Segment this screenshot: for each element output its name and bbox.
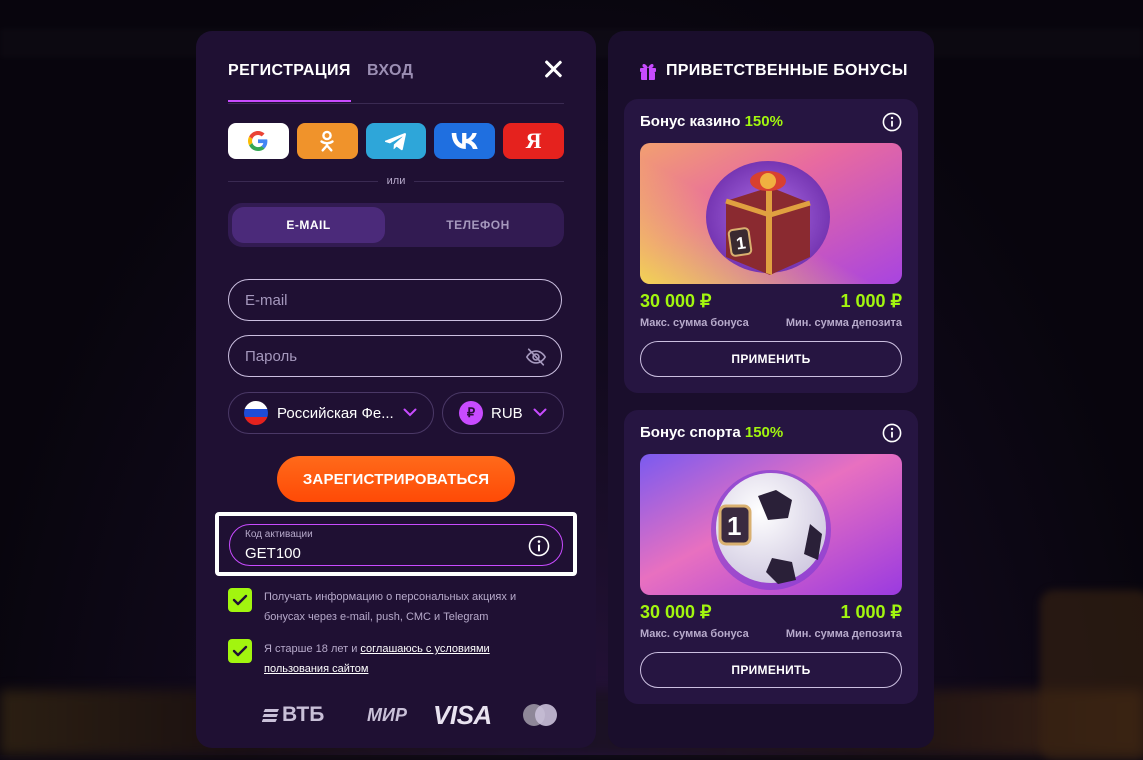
- method-switch: E-MAIL ТЕЛЕФОН: [228, 203, 564, 247]
- odnoklassniki-login-button[interactable]: [296, 123, 358, 159]
- mastercard-logo: [523, 704, 557, 726]
- country-select[interactable]: Российская Фе...: [228, 392, 434, 434]
- max-bonus-amount: 30 000 ₽: [640, 602, 712, 622]
- casino-bonus-card: Бонус казино 150% 1 30 000 ₽ 1 000 ₽ Мак…: [624, 99, 918, 393]
- or-divider: или: [228, 175, 564, 187]
- info-icon[interactable]: [882, 112, 902, 132]
- close-icon[interactable]: [542, 59, 564, 81]
- min-deposit-amount: 1 000 ₽: [840, 291, 903, 311]
- yandex-icon: Я: [525, 128, 542, 153]
- apply-sport-bonus-button[interactable]: ПРИМЕНИТЬ: [640, 652, 902, 688]
- tab-registration[interactable]: РЕГИСТРАЦИЯ: [228, 62, 351, 102]
- casino-bonus-title: Бонус казино 150%: [640, 113, 783, 130]
- payment-logos: ВТБ МИР VISA: [228, 699, 564, 731]
- promo-code-label: Код активации: [245, 529, 313, 540]
- telegram-login-button[interactable]: [365, 123, 427, 159]
- gift-icon: [640, 63, 656, 80]
- background-blurred-card: [1040, 590, 1143, 760]
- ball-badge-number: 1: [727, 511, 741, 541]
- bonus-percent: 150%: [744, 113, 783, 130]
- password-field-wrapper: [228, 335, 562, 377]
- age-consent-checkbox[interactable]: [228, 639, 252, 663]
- max-bonus-amount: 30 000 ₽: [640, 291, 712, 311]
- registration-panel: РЕГИСТРАЦИЯ ВХОД Я или E-MAIL ТЕЛЕФОН E-…: [196, 31, 596, 748]
- sport-bonus-image: 1: [640, 454, 902, 595]
- bonuses-header: ПРИВЕТСТВЕННЫЕ БОНУСЫ: [638, 61, 908, 81]
- password-field[interactable]: [245, 347, 505, 365]
- casino-bonus-image: 1: [640, 143, 902, 284]
- register-button[interactable]: ЗАРЕГИСТРИРОВАТЬСЯ: [277, 456, 515, 502]
- card-title-text: Бонус спорта: [640, 424, 741, 441]
- gift-box-illustration: 1: [640, 143, 902, 284]
- russia-flag-icon: [244, 401, 268, 425]
- vk-icon: [451, 133, 478, 149]
- promo-highlight: Код активации GET100: [215, 512, 577, 576]
- max-bonus-label: Макс. сумма бонуса: [640, 628, 749, 640]
- mir-logo: МИР: [367, 705, 407, 725]
- card-title-text: Бонус казино: [640, 113, 741, 130]
- country-value: Российская Фе...: [277, 404, 394, 422]
- promo-code-field[interactable]: Код активации GET100: [229, 524, 563, 566]
- yandex-login-button[interactable]: Я: [503, 123, 564, 159]
- vk-login-button[interactable]: [434, 123, 496, 159]
- soccer-ball-illustration: 1: [640, 454, 902, 595]
- vtb-stripes-icon: [262, 709, 279, 722]
- sport-bonus-card: Бонус спорта 150% 1 30 000 ₽ 1 000 ₽ Мак…: [624, 410, 918, 704]
- checkmark-icon: [232, 594, 248, 606]
- chevron-down-icon: [533, 408, 547, 417]
- max-bonus-label: Макс. сумма бонуса: [640, 317, 749, 329]
- bonuses-title: ПРИВЕТСТВЕННЫЕ БОНУСЫ: [666, 62, 908, 79]
- vtb-logo-text: ВТБ: [282, 703, 325, 726]
- currency-value: RUB: [491, 404, 523, 422]
- bonuses-panel: ПРИВЕТСТВЕННЫЕ БОНУСЫ Бонус казино 150%: [608, 31, 934, 748]
- age-consent-label: Я старше 18 лет и соглашаюсь с условиями…: [264, 639, 554, 679]
- age-consent-text: Я старше 18 лет и: [264, 643, 361, 655]
- info-icon[interactable]: [882, 423, 902, 443]
- currency-select[interactable]: ₽ RUB: [442, 392, 564, 434]
- google-login-button[interactable]: [228, 123, 289, 159]
- eye-off-icon[interactable]: [525, 346, 547, 368]
- visa-logo: VISA: [433, 700, 492, 730]
- email-field[interactable]: [245, 291, 505, 309]
- promo-code-value: GET100: [245, 545, 301, 562]
- google-icon: [248, 131, 268, 151]
- ruble-icon: ₽: [459, 401, 483, 425]
- min-deposit-label: Мин. сумма депозита: [785, 628, 902, 640]
- odnoklassniki-icon: [320, 130, 334, 152]
- social-login-row: Я: [228, 123, 564, 159]
- tab-email[interactable]: E-MAIL: [232, 207, 385, 243]
- auth-tabs: РЕГИСТРАЦИЯ ВХОД: [228, 59, 564, 104]
- min-deposit-label: Мин. сумма депозита: [785, 317, 902, 329]
- news-consent-checkbox[interactable]: [228, 588, 252, 612]
- checkmark-icon: [232, 645, 248, 657]
- tab-login[interactable]: ВХОД: [367, 62, 413, 80]
- sport-bonus-title: Бонус спорта 150%: [640, 424, 783, 441]
- news-consent-label: Получать информацию о персональных акция…: [264, 591, 517, 623]
- apply-casino-bonus-button[interactable]: ПРИМЕНИТЬ: [640, 341, 902, 377]
- min-deposit-amount: 1 000 ₽: [840, 602, 903, 622]
- chevron-down-icon: [403, 408, 417, 417]
- telegram-icon: [384, 133, 406, 151]
- tab-phone[interactable]: ТЕЛЕФОН: [396, 207, 560, 243]
- vtb-logo: ВТБ: [262, 703, 324, 727]
- info-icon[interactable]: [528, 535, 550, 557]
- bonus-percent: 150%: [744, 424, 784, 441]
- email-field-wrapper: [228, 279, 562, 321]
